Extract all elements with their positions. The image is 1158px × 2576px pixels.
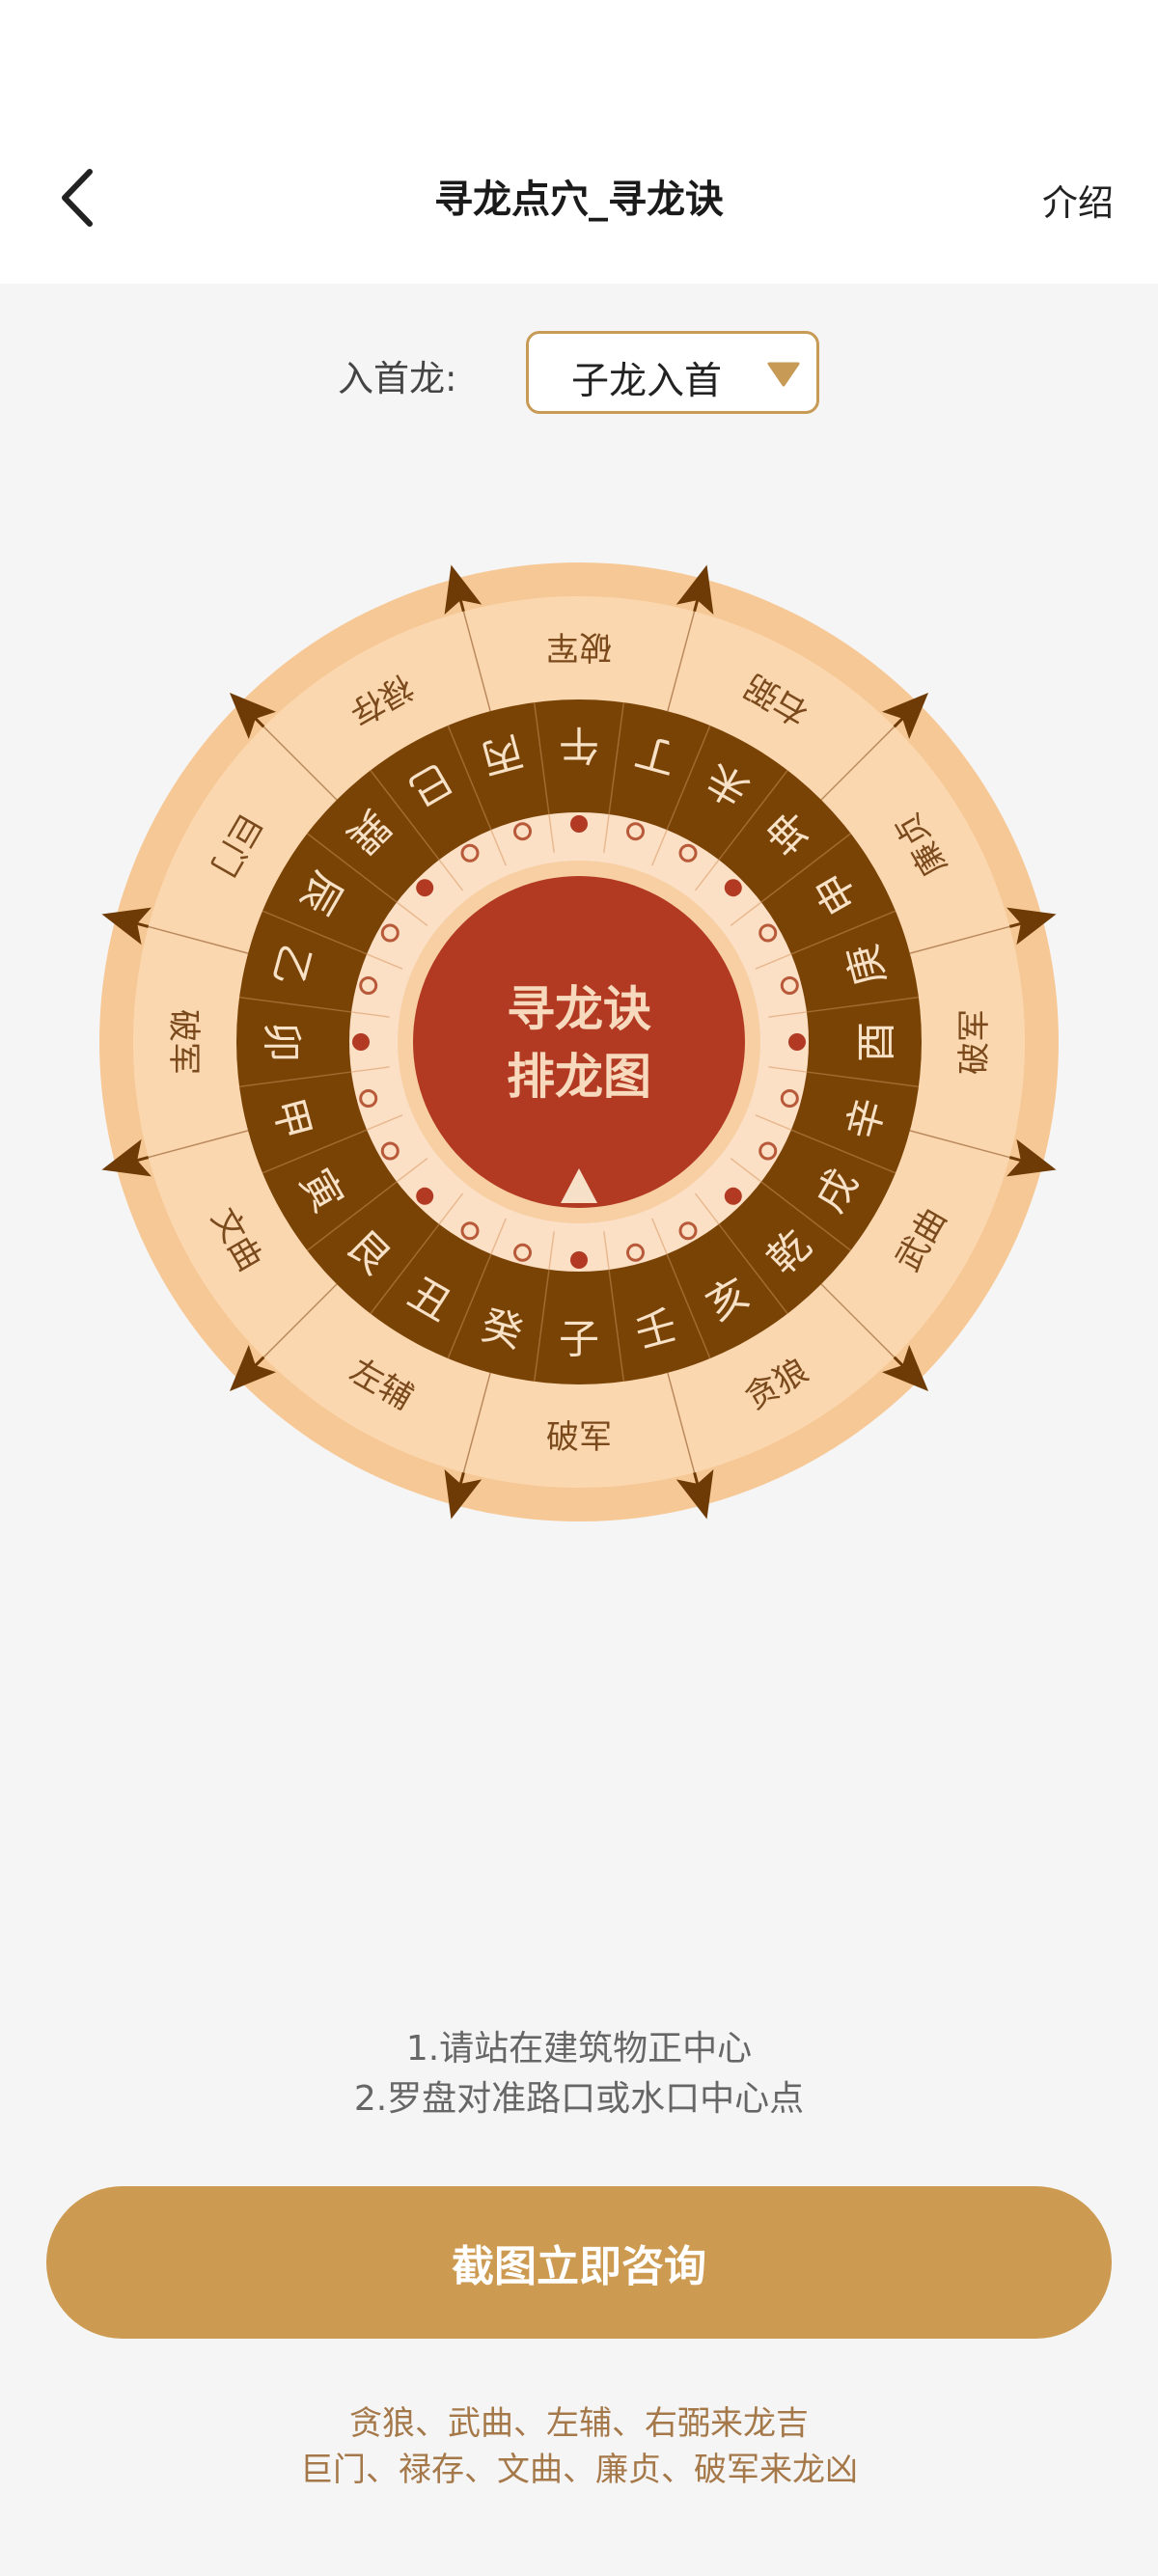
dot-mark-filled bbox=[352, 1033, 370, 1051]
dot-mark-ring bbox=[625, 822, 645, 841]
star-label: 破军 bbox=[164, 1009, 203, 1075]
dot-mark-filled bbox=[570, 815, 588, 833]
star-label: 破军 bbox=[546, 1418, 612, 1457]
dot-mark-ring bbox=[460, 1221, 480, 1241]
wheel-center-disc bbox=[413, 876, 745, 1208]
star-label: 破军 bbox=[955, 1009, 994, 1075]
dragon-compass-wheel: 破军左辅文曲破军巨门禄存破军右弼廉贞破军武曲贪狼 子癸丑艮寅甲卯乙辰巽巳丙午丁未… bbox=[99, 562, 1059, 1521]
dot-mark-filled bbox=[788, 1033, 806, 1051]
dot-mark-ring bbox=[758, 1141, 778, 1161]
dot-mark-filled bbox=[570, 1251, 588, 1269]
dot-mark-ring bbox=[758, 923, 778, 943]
fortune-legend: 贪狼、武曲、左辅、右弼来龙吉 巨门、禄存、文曲、廉贞、破军来龙凶 bbox=[0, 2400, 1158, 2493]
intro-link[interactable]: 介绍 bbox=[1042, 174, 1114, 226]
legend-lucky: 贪狼、武曲、左辅、右弼来龙吉 bbox=[349, 2404, 809, 2443]
tip-line-2: 2.罗盘对准路口或水口中心点 bbox=[353, 2079, 805, 2119]
dot-mark-ring bbox=[380, 923, 400, 943]
dot-mark-ring bbox=[625, 1243, 645, 1262]
legend-unlucky: 巨门、禄存、文曲、廉贞、破军来龙凶 bbox=[300, 2451, 858, 2489]
dot-mark-ring bbox=[780, 1088, 799, 1108]
dot-mark-filled bbox=[416, 879, 434, 897]
screenshot-consult-button[interactable]: 截图立即咨询 bbox=[46, 2186, 1112, 2339]
dragon-picker-select[interactable]: 子龙入首 bbox=[526, 331, 819, 414]
wheel-center-line1: 寻龙诀 bbox=[507, 980, 651, 1037]
dot-mark-filled bbox=[724, 1187, 742, 1205]
mountain-label: 子 bbox=[559, 1316, 599, 1363]
mountain-label: 酉 bbox=[853, 1022, 900, 1062]
header-bar: 寻龙点穴_寻龙诀 介绍 bbox=[0, 0, 1158, 284]
dot-mark-ring bbox=[513, 822, 533, 841]
wheel-center-line2: 排龙图 bbox=[507, 1048, 651, 1105]
dot-mark-ring bbox=[380, 1141, 400, 1161]
dot-mark-ring bbox=[678, 843, 698, 863]
dot-mark-ring bbox=[359, 976, 378, 996]
triangle-down-icon bbox=[767, 362, 800, 387]
dragon-picker-value: 子龙入首 bbox=[571, 360, 723, 403]
usage-tips: 1.请站在建筑物正中心 2.罗盘对准路口或水口中心点 bbox=[0, 2024, 1158, 2124]
dot-mark-ring bbox=[460, 843, 480, 863]
star-label: 破军 bbox=[546, 627, 612, 666]
page-title: 寻龙点穴_寻龙诀 bbox=[434, 178, 724, 222]
mountain-label: 卯 bbox=[259, 1022, 306, 1062]
tip-line-1: 1.请站在建筑物正中心 bbox=[405, 2029, 753, 2069]
dot-mark-ring bbox=[359, 1088, 378, 1108]
dot-mark-filled bbox=[416, 1187, 434, 1205]
mountain-label: 午 bbox=[559, 722, 599, 769]
dragon-picker-label: 入首龙: bbox=[338, 358, 457, 399]
dot-mark-ring bbox=[678, 1221, 698, 1241]
dot-mark-ring bbox=[513, 1243, 533, 1262]
dot-mark-filled bbox=[724, 879, 742, 897]
dot-mark-ring bbox=[780, 976, 799, 996]
